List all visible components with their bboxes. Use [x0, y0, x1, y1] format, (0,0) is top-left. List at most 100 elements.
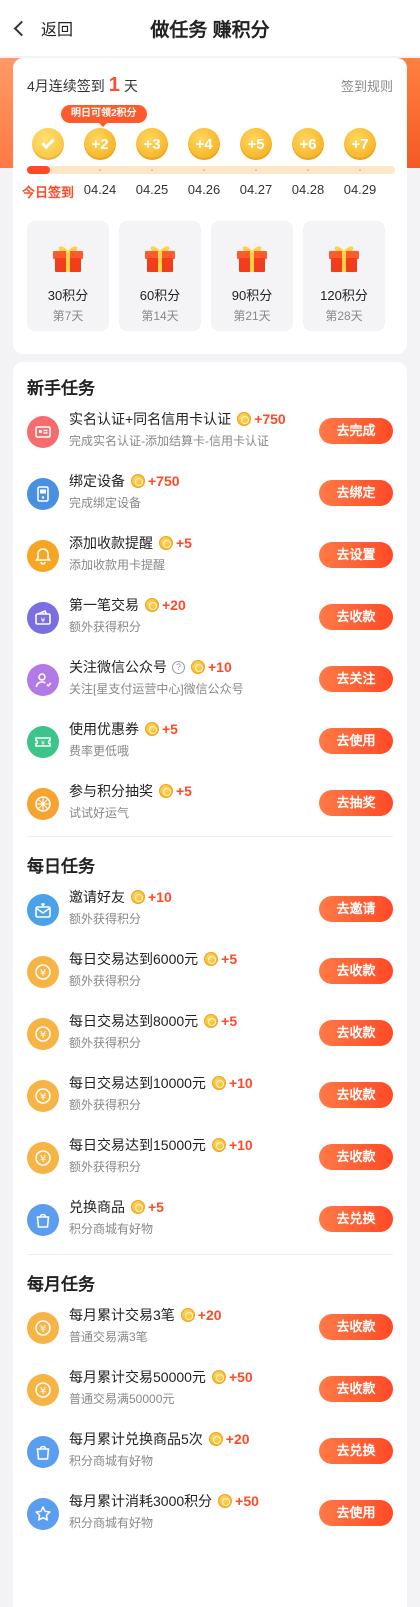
task-text: 每日交易达到10000元 +10 额外获得积分	[69, 1072, 297, 1113]
task-action-button[interactable]: 去收款	[319, 1020, 393, 1046]
task-action-button[interactable]: 去绑定	[319, 480, 393, 506]
task-action-button[interactable]: 去完成	[319, 418, 393, 444]
task-action-button[interactable]: 去关注	[319, 666, 393, 692]
task-reward: +50	[235, 1493, 259, 1509]
task-action-button[interactable]: 去兑换	[319, 1438, 393, 1464]
progress-dot	[151, 169, 153, 171]
task-title-text: 添加收款提醒	[69, 535, 153, 551]
task-action-button[interactable]: 去使用	[319, 1500, 393, 1526]
task-description: 额外获得积分	[69, 912, 142, 926]
day-coin-label: +2	[91, 135, 109, 153]
task-title-text: 绑定设备	[69, 473, 125, 489]
task-row: ¥ 每日交易达到10000元 +10 额外获得积分 去收款	[13, 1072, 407, 1128]
gift-day: 第21天	[233, 309, 271, 323]
points-coin-icon	[208, 1432, 223, 1446]
yuan-icon: ¥	[27, 1018, 59, 1050]
day-coin: +6	[292, 128, 324, 160]
task-reward: +10	[148, 889, 172, 905]
back-button[interactable]: 返回	[10, 14, 73, 42]
tomorrow-reward-badge: 明日可领2积分	[61, 105, 147, 127]
points-coin-icon	[204, 952, 219, 966]
task-description: 额外获得积分	[69, 1036, 142, 1050]
signin-card: 4月连续签到 1 天 签到规则 明日可领2积分 今日签到 +2 04.24 +3 04.…	[13, 58, 407, 354]
task-description: 积分商城有好物	[69, 1222, 154, 1236]
task-action-button[interactable]: 去收款	[319, 1376, 393, 1402]
follow-icon	[27, 664, 59, 696]
task-action-button[interactable]: 去收款	[319, 1314, 393, 1340]
task-title-text: 关注微信公众号	[69, 659, 167, 675]
day-coin-label: +3	[143, 135, 161, 153]
task-title-text: 参与积分抽奖	[69, 783, 153, 799]
task-reward: +5	[176, 535, 192, 551]
task-action-button[interactable]: 去邀请	[319, 896, 393, 922]
day-coin: +2	[84, 128, 116, 160]
signin-progress-track	[27, 166, 395, 174]
milestone-gift-card[interactable]: 120积分 第28天	[303, 221, 385, 331]
help-icon[interactable]: ?	[172, 660, 185, 674]
task-action-button[interactable]: 去使用	[319, 728, 393, 754]
task-text: 每月累计交易3笔 +20 普通交易满3笔	[69, 1304, 297, 1345]
day-date-label: 04.28	[291, 182, 325, 197]
task-row: ¥ 每日交易达到6000元 +5 额外获得积分 去收款	[13, 948, 407, 1004]
task-text: 每日交易达到8000元 +5 额外获得积分	[69, 1010, 297, 1051]
shopping-bag-icon	[27, 1204, 59, 1236]
signed-in-check-coin	[32, 128, 64, 160]
milestone-gift-card[interactable]: 30积分 第7天	[27, 221, 109, 331]
task-action-button[interactable]: 去收款	[319, 604, 393, 630]
task-reward: +5	[162, 721, 178, 737]
day-date-label: 04.27	[239, 182, 273, 197]
task-title: 绑定设备 +750	[69, 470, 297, 492]
streak-count: 1	[108, 74, 120, 96]
task-description: 积分商城有好物	[69, 1454, 154, 1468]
task-description: 完成实名认证-添加结算卡-信用卡认证	[69, 434, 269, 448]
star-icon	[27, 1498, 59, 1530]
streak-prefix: 4月连续签到	[27, 78, 105, 94]
task-action-button[interactable]: 去收款	[319, 1144, 393, 1170]
task-description: 普通交易满3笔	[69, 1330, 148, 1344]
milestone-gift-card[interactable]: 90积分 第21天	[211, 221, 293, 331]
signin-rules-link[interactable]: 签到规则	[341, 76, 393, 95]
task-action-button[interactable]: 去设置	[319, 542, 393, 568]
task-text: 每月累计消耗3000积分 +50 积分商城有好物	[69, 1490, 297, 1531]
section-divider	[27, 836, 393, 837]
task-row: ¥ 每月累计交易50000元 +50 普通交易满50000元 去收款	[13, 1366, 407, 1422]
task-title: 每日交易达到6000元 +5	[69, 948, 297, 970]
task-action-button[interactable]: 去抽奖	[319, 790, 393, 816]
section-divider	[27, 1254, 393, 1255]
task-title: 关注微信公众号? +10	[69, 656, 297, 678]
task-title-text: 每月累计交易50000元	[69, 1369, 206, 1385]
points-coin-icon	[145, 722, 159, 736]
gift-box-icon	[327, 241, 361, 273]
task-action-button[interactable]: 去收款	[319, 958, 393, 984]
task-reward: +5	[221, 1013, 238, 1029]
milestone-gift-card[interactable]: 60积分 第14天	[119, 221, 201, 331]
points-coin-icon	[131, 474, 145, 488]
points-coin-icon	[218, 1494, 233, 1508]
bell-icon	[27, 540, 59, 572]
streak-text: 4月连续签到 1 天	[27, 74, 138, 97]
points-coin-icon	[237, 412, 252, 426]
task-action-button[interactable]: 去收款	[319, 1082, 393, 1108]
task-description: 试试好运气	[69, 806, 130, 820]
task-description: 额外获得积分	[69, 620, 142, 634]
task-reward: +750	[254, 411, 286, 427]
task-description: 积分商城有好物	[69, 1516, 154, 1530]
task-text: 每月累计兑换商品5次 +20 积分商城有好物	[69, 1428, 297, 1469]
task-description: 关注[星支付运营中心]微信公众号	[69, 682, 244, 696]
points-coin-icon	[191, 660, 205, 674]
task-title-text: 第一笔交易	[69, 597, 139, 613]
back-label: 返回	[41, 22, 74, 39]
shopping-bag-icon	[27, 1436, 59, 1468]
task-reward: +10	[208, 659, 232, 675]
svg-text:¥: ¥	[40, 1386, 46, 1397]
points-coin-icon	[211, 1076, 226, 1090]
points-coin-icon	[211, 1138, 226, 1152]
task-text: 每日交易达到6000元 +5 额外获得积分	[69, 948, 297, 989]
points-coin-icon	[180, 1308, 195, 1322]
task-description: 完成绑定设备	[69, 496, 142, 510]
gift-day: 第14天	[141, 309, 179, 323]
task-action-button[interactable]: 去兑换	[319, 1206, 393, 1232]
gift-day: 第7天	[52, 309, 84, 323]
progress-dot	[99, 169, 101, 171]
task-description: 添加收款用卡提醒	[69, 558, 166, 572]
